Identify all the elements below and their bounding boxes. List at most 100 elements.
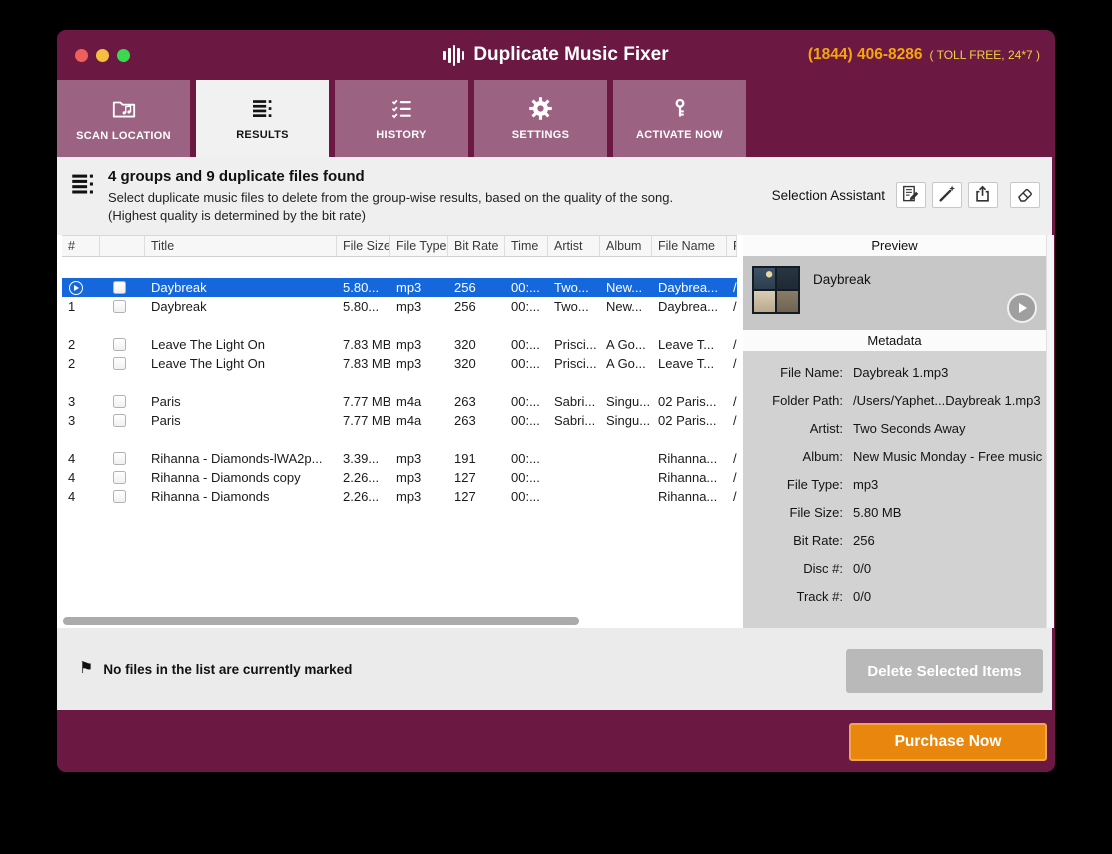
cell-title: Rihanna - Diamonds copy xyxy=(145,470,337,485)
metadata-label: File Name: xyxy=(743,365,843,380)
panel-scrollbar[interactable] xyxy=(1046,235,1054,628)
metadata-fields: File Name:Daybreak 1.mp3Folder Path:/Use… xyxy=(743,351,1046,604)
cell-file-type: mp3 xyxy=(390,280,448,295)
cell-artist: Sabri... xyxy=(548,394,600,409)
cell-checkbox xyxy=(100,471,145,484)
tab-settings[interactable]: SETTINGS xyxy=(474,80,607,157)
cell-file-name: Daybrea... xyxy=(652,299,727,314)
cell-bit-rate: 320 xyxy=(448,337,505,352)
col-album[interactable]: Album xyxy=(600,236,652,256)
cell-title: Daybreak xyxy=(145,280,337,295)
table-row[interactable]: 3Paris7.77 MBm4a26300:...Sabri...Singu..… xyxy=(62,411,737,430)
cell-folder-path: /U xyxy=(727,337,737,352)
table-row[interactable]: 3Paris7.77 MBm4a26300:...Sabri...Singu..… xyxy=(62,392,737,411)
table-row[interactable]: 4Rihanna - Diamonds-lWA2p...3.39...mp319… xyxy=(62,449,737,468)
clear-selection-button[interactable] xyxy=(1010,182,1040,208)
key-icon xyxy=(668,97,692,121)
edit-selection-button[interactable] xyxy=(896,182,926,208)
metadata-label: Album: xyxy=(743,449,843,464)
cell-title: Rihanna - Diamonds xyxy=(145,489,337,504)
metadata-value: mp3 xyxy=(853,477,1046,492)
col-time[interactable]: Time xyxy=(505,236,548,256)
cell-file-name: Rihanna... xyxy=(652,470,727,485)
metadata-label: Folder Path: xyxy=(743,393,843,408)
row-checkbox[interactable] xyxy=(113,490,126,503)
cell-album: Singu... xyxy=(600,413,652,428)
cell-folder-path: /U xyxy=(727,299,737,314)
table-row[interactable]: Daybreak5.80...mp325600:...Two...New...D… xyxy=(62,278,737,297)
metadata-row: Disc #:0/0 xyxy=(743,561,1046,576)
col-bit-rate[interactable]: Bit Rate xyxy=(448,236,505,256)
cell-folder-path: /U xyxy=(727,451,737,466)
cell-file-type: mp3 xyxy=(390,451,448,466)
tab-activate-now[interactable]: ACTIVATE NOW xyxy=(613,80,746,157)
col-folder-path[interactable]: F xyxy=(727,236,737,256)
group-gap xyxy=(62,373,737,392)
col-file-type[interactable]: File Type xyxy=(390,236,448,256)
row-checkbox[interactable] xyxy=(113,300,126,313)
group-gap xyxy=(62,430,737,449)
auto-select-button[interactable] xyxy=(932,182,962,208)
col-artist[interactable]: Artist xyxy=(548,236,600,256)
row-checkbox[interactable] xyxy=(113,395,126,408)
col-checkbox[interactable] xyxy=(100,236,145,256)
cell-file-name: Daybrea... xyxy=(652,280,727,295)
horizontal-scrollbar[interactable] xyxy=(62,617,737,626)
scrollbar-thumb[interactable] xyxy=(63,617,579,625)
cell-time: 00:... xyxy=(505,470,548,485)
tab-scan-location[interactable]: SCAN LOCATION xyxy=(57,80,190,157)
row-checkbox[interactable] xyxy=(113,471,126,484)
purchase-now-button[interactable]: Purchase Now xyxy=(849,723,1047,761)
list-icon xyxy=(251,97,275,121)
play-button[interactable] xyxy=(1007,293,1037,323)
title-bar: Duplicate Music Fixer (1844) 406-8286 ( … xyxy=(57,30,1055,80)
table-row[interactable]: 4Rihanna - Diamonds2.26...mp312700:...Ri… xyxy=(62,487,737,506)
cell-group-number: 3 xyxy=(62,394,100,409)
col-file-name[interactable]: File Name xyxy=(652,236,727,256)
cell-checkbox xyxy=(100,357,145,370)
metadata-row: File Size:5.80 MB xyxy=(743,505,1046,520)
cell-file-name: 02 Paris... xyxy=(652,394,727,409)
edit-note-icon xyxy=(901,184,921,207)
cell-time: 00:... xyxy=(505,337,548,352)
delete-selected-button[interactable]: Delete Selected Items xyxy=(846,649,1043,693)
table-row[interactable]: 1Daybreak5.80...mp325600:...Two...New...… xyxy=(62,297,737,316)
col-file-size[interactable]: File Size xyxy=(337,236,390,256)
metadata-header: Metadata xyxy=(743,330,1046,351)
footer-bar: Purchase Now xyxy=(57,710,1055,772)
table-row[interactable]: 2Leave The Light On7.83 MBmp332000:...Pr… xyxy=(62,335,737,354)
row-checkbox[interactable] xyxy=(113,281,126,294)
cell-artist: Sabri... xyxy=(548,413,600,428)
tab-history[interactable]: HISTORY xyxy=(335,80,468,157)
row-checkbox[interactable] xyxy=(113,414,126,427)
cell-file-name: Leave T... xyxy=(652,337,727,352)
cell-folder-path: /U xyxy=(727,470,737,485)
row-play-icon[interactable] xyxy=(69,281,83,295)
cell-artist: Two... xyxy=(548,299,600,314)
cell-file-size: 2.26... xyxy=(337,470,390,485)
cell-time: 00:... xyxy=(505,489,548,504)
metadata-value: New Music Monday - Free music xyxy=(853,449,1046,464)
row-checkbox[interactable] xyxy=(113,338,126,351)
folder-music-icon xyxy=(111,96,137,122)
export-button[interactable] xyxy=(968,182,998,208)
table-row[interactable]: 2Leave The Light On7.83 MBmp332000:...Pr… xyxy=(62,354,737,373)
tab-label: RESULTS xyxy=(236,129,289,141)
table-row[interactable]: 4Rihanna - Diamonds copy2.26...mp312700:… xyxy=(62,468,737,487)
cell-file-name: Rihanna... xyxy=(652,451,727,466)
tab-label: HISTORY xyxy=(376,129,426,141)
metadata-row: Bit Rate:256 xyxy=(743,533,1046,548)
metadata-row: Folder Path:/Users/Yaphet...Daybreak 1.m… xyxy=(743,393,1046,408)
cell-group-number: 3 xyxy=(62,413,100,428)
row-checkbox[interactable] xyxy=(113,357,126,370)
metadata-value: 0/0 xyxy=(853,589,1046,604)
cell-folder-path: /U xyxy=(727,394,737,409)
col-title[interactable]: Title xyxy=(145,236,337,256)
cell-group-number: 4 xyxy=(62,451,100,466)
cell-file-name: Leave T... xyxy=(652,356,727,371)
tab-label: SETTINGS xyxy=(512,129,569,141)
col-group-number[interactable]: # xyxy=(62,236,100,256)
cell-bit-rate: 263 xyxy=(448,413,505,428)
tab-results[interactable]: RESULTS xyxy=(196,80,329,157)
row-checkbox[interactable] xyxy=(113,452,126,465)
